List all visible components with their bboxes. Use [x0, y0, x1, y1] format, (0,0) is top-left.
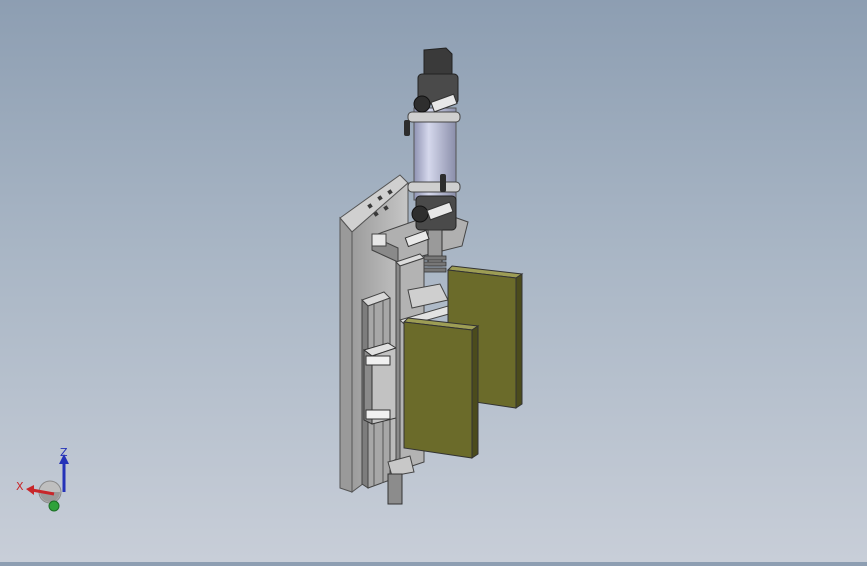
z-axis-arrow — [59, 454, 69, 492]
x-axis-label: X — [16, 480, 24, 493]
coordinate-triad[interactable]: Z X — [14, 440, 84, 520]
gripper-jaw-front — [402, 317, 480, 459]
model-viewport[interactable]: Z X — [0, 0, 867, 562]
cad-model[interactable] — [0, 0, 867, 562]
guide-carriage — [362, 342, 398, 425]
z-axis-label: Z — [60, 446, 68, 459]
y-axis-arrow — [48, 500, 60, 512]
